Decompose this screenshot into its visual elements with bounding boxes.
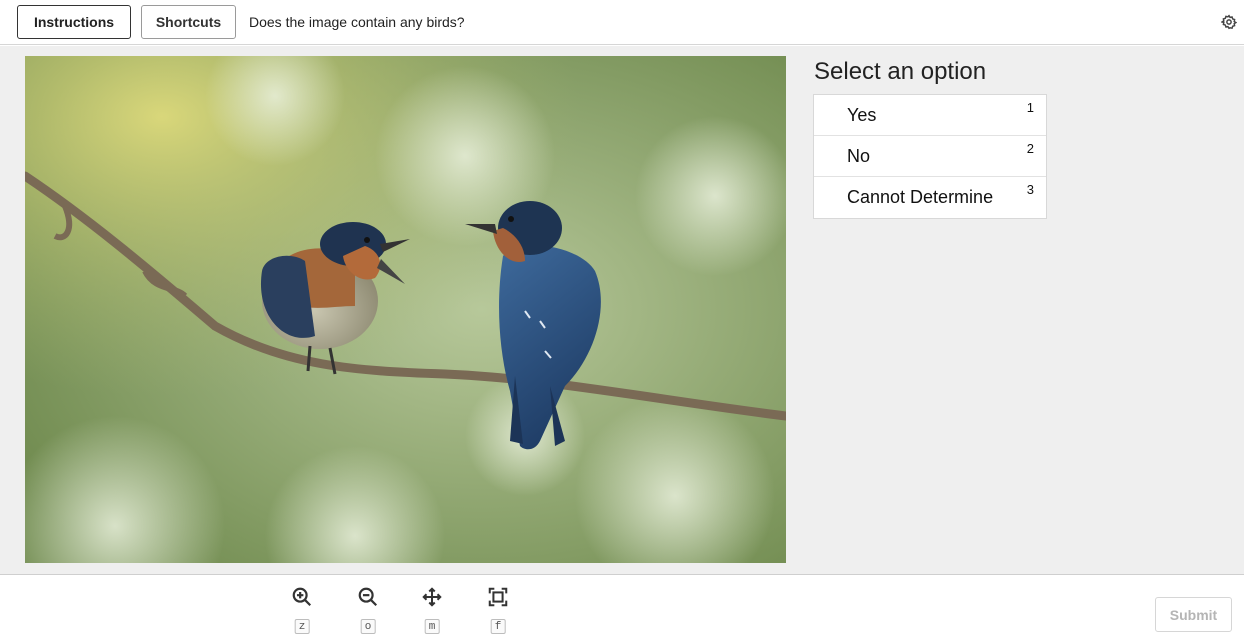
instructions-button[interactable]: Instructions bbox=[17, 5, 131, 39]
zoom-out-icon bbox=[358, 587, 378, 607]
option-yes[interactable]: Yes 1 bbox=[814, 95, 1046, 136]
zoom-in-icon bbox=[292, 587, 312, 607]
submit-button[interactable]: Submit bbox=[1155, 597, 1232, 632]
tool-shortcut-key: z bbox=[294, 619, 310, 634]
bottom-toolbar: z o m f Submit bbox=[0, 576, 1244, 636]
fit-screen-icon bbox=[488, 587, 508, 607]
options-list: Yes 1 No 2 Cannot Determine 3 bbox=[813, 94, 1047, 219]
settings-gear-icon[interactable] bbox=[1220, 13, 1238, 31]
fit-screen-button[interactable]: f bbox=[478, 584, 518, 636]
birds-photo bbox=[25, 56, 786, 563]
option-label: Yes bbox=[847, 105, 877, 125]
option-shortcut-key: 2 bbox=[1026, 141, 1034, 156]
option-label: No bbox=[847, 146, 871, 166]
zoom-out-button[interactable]: o bbox=[348, 584, 388, 636]
tool-shortcut-key: m bbox=[424, 619, 440, 634]
options-title: Select an option bbox=[814, 58, 987, 85]
zoom-in-button[interactable]: z bbox=[282, 584, 322, 636]
main-area: Select an option Yes 1 No 2 Cannot Deter… bbox=[0, 46, 1244, 575]
move-button[interactable]: m bbox=[412, 584, 452, 636]
move-icon bbox=[422, 587, 442, 607]
task-image[interactable] bbox=[25, 56, 786, 563]
option-no[interactable]: No 2 bbox=[814, 136, 1046, 177]
option-shortcut-key: 1 bbox=[1026, 100, 1034, 115]
shortcuts-button[interactable]: Shortcuts bbox=[141, 5, 236, 39]
task-question: Does the image contain any birds? bbox=[249, 14, 465, 30]
option-cannot-determine[interactable]: Cannot Determine 3 bbox=[814, 177, 1046, 218]
option-label: Cannot Determine bbox=[847, 187, 994, 207]
tool-shortcut-key: f bbox=[490, 619, 506, 634]
option-shortcut-key: 3 bbox=[1026, 182, 1034, 197]
top-bar: Instructions Shortcuts Does the image co… bbox=[0, 0, 1244, 45]
tool-shortcut-key: o bbox=[360, 619, 376, 634]
